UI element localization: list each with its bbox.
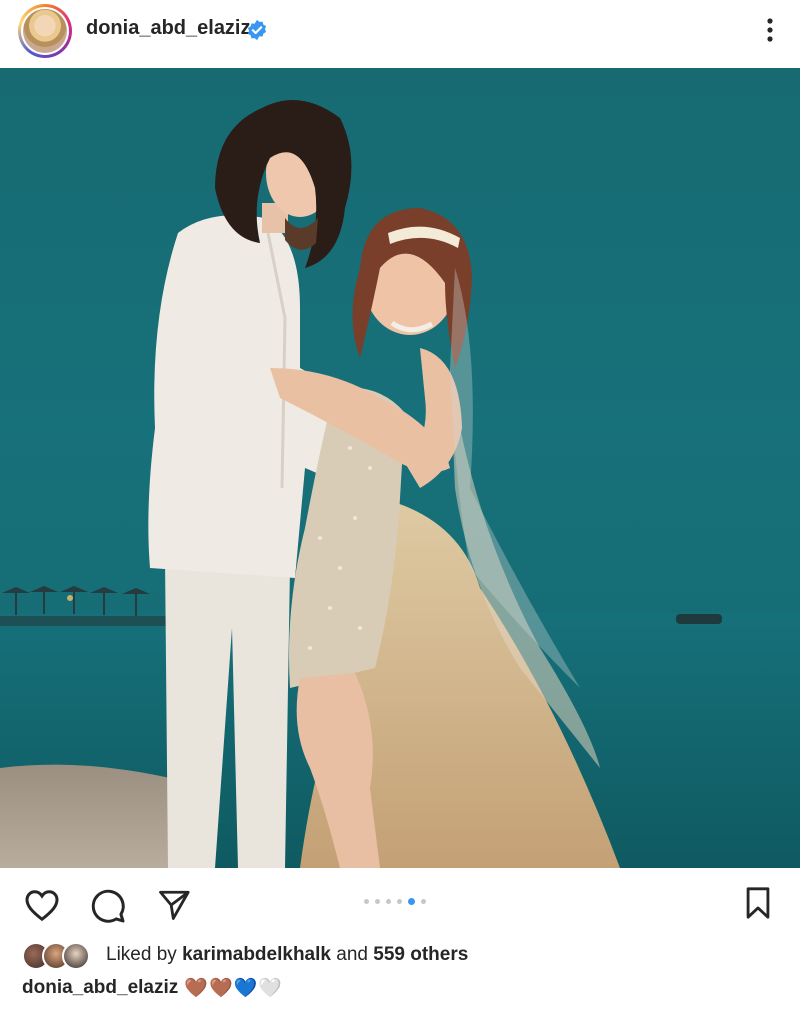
likes-count[interactable]: 559 others	[373, 944, 468, 965]
carousel-indicator	[364, 898, 426, 905]
post-username[interactable]: donia_abd_elaziz	[86, 17, 251, 40]
more-vertical-icon[interactable]	[766, 16, 774, 44]
bookmark-icon[interactable]	[742, 886, 774, 920]
verified-badge-icon	[247, 19, 267, 41]
avatar-border	[21, 7, 69, 55]
likes-text: Liked by karimabdelkhalk and 559 others	[106, 944, 468, 966]
avatar[interactable]	[18, 4, 72, 58]
carousel-dot-active	[408, 898, 415, 905]
carousel-dot	[364, 899, 369, 904]
carousel-dot	[386, 899, 391, 904]
carousel-dot	[375, 899, 380, 904]
send-icon[interactable]	[156, 888, 192, 922]
post-header: donia_abd_elaziz	[0, 0, 800, 68]
liker-username[interactable]: karimabdelkhalk	[182, 944, 331, 965]
likes-middle: and	[336, 944, 368, 965]
liker-avatars	[22, 941, 98, 970]
wedding-photo-illustration	[0, 100, 800, 868]
heart-icon[interactable]	[24, 888, 60, 922]
comment-icon[interactable]	[90, 888, 126, 924]
liker-avatar	[62, 942, 90, 970]
likes-summary[interactable]: Liked by karimabdelkhalk and 559 others	[22, 940, 468, 970]
post-image[interactable]	[0, 68, 800, 868]
caption-emojis: 🤎🤎💙🤍	[184, 978, 283, 999]
carousel-dot	[397, 899, 402, 904]
post-caption: donia_abd_elaziz 🤎🤎💙🤍	[22, 976, 283, 1000]
caption-username[interactable]: donia_abd_elaziz	[22, 977, 178, 999]
avatar-image	[23, 9, 67, 53]
likes-prefix: Liked by	[106, 944, 177, 965]
carousel-dot	[421, 899, 426, 904]
